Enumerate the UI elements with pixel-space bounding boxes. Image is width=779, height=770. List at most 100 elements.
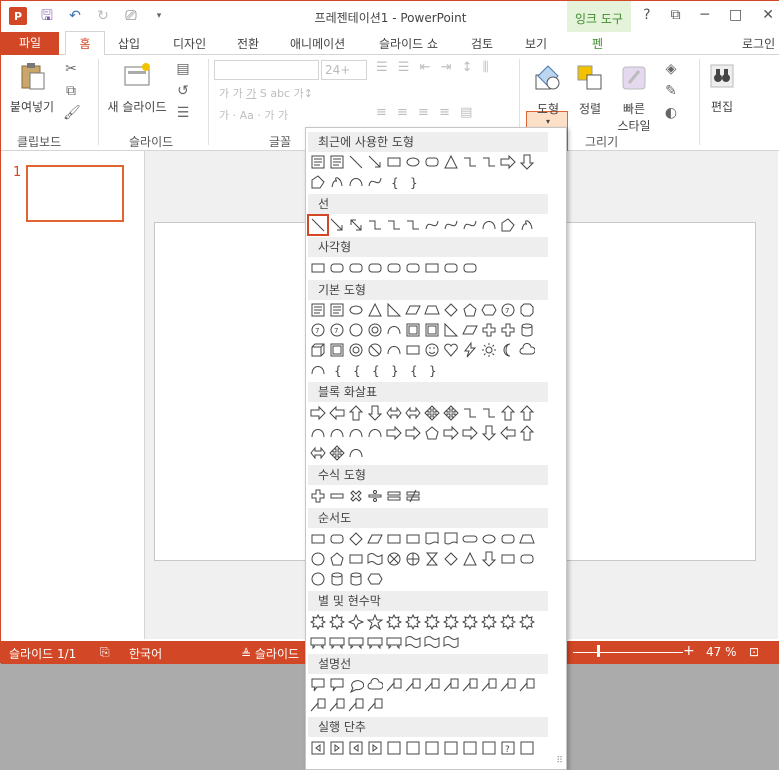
doc-shape-icon[interactable] [443, 531, 459, 547]
fit-slide-icon[interactable]: ⊡ [749, 645, 759, 659]
elbow-shape-icon[interactable] [367, 217, 383, 233]
tab-animations[interactable]: 애니메이션 [290, 35, 345, 52]
cloud-shape-icon[interactable] [519, 342, 535, 358]
wave-shape-icon[interactable] [443, 634, 459, 650]
tri-shape-icon[interactable] [462, 551, 478, 567]
wave-shape-icon[interactable] [424, 634, 440, 650]
curve-shape-icon[interactable] [424, 217, 440, 233]
doc-shape-icon[interactable] [424, 531, 440, 547]
minimize-button[interactable]: ─ [701, 7, 709, 23]
text-shape-icon[interactable] [329, 302, 345, 318]
scribble-shape-icon[interactable] [329, 174, 345, 190]
callout-shape-icon[interactable] [310, 677, 326, 693]
action-shape-icon[interactable] [348, 740, 364, 756]
tab-pen[interactable]: 펜 [592, 35, 603, 52]
tab-home[interactable]: 홈 [65, 31, 105, 56]
darrow-shape-icon[interactable] [367, 405, 383, 421]
uarrow-shape-icon[interactable] [500, 405, 516, 421]
spellcheck-icon[interactable]: ⎘ [100, 645, 110, 660]
actionr-shape-icon[interactable] [367, 740, 383, 756]
blank-shape-icon[interactable] [405, 740, 421, 756]
can-shape-icon[interactable] [329, 571, 345, 587]
star4-shape-icon[interactable] [348, 614, 364, 630]
status-language[interactable]: 한국어 [129, 645, 162, 662]
hourglass-shape-icon[interactable] [424, 551, 440, 567]
num-shape-icon[interactable]: 7 [500, 302, 516, 318]
rect-shape-icon[interactable] [348, 551, 364, 567]
new-slide-button[interactable]: 새 슬라이드 [105, 61, 169, 115]
arrowline-shape-icon[interactable] [367, 154, 383, 170]
num-shape-icon[interactable]: 7 [310, 322, 326, 338]
tri-shape-icon[interactable] [367, 302, 383, 318]
zoom-in-icon[interactable]: + [683, 643, 695, 659]
para-shape-icon[interactable] [367, 531, 383, 547]
action-shape-icon[interactable] [310, 740, 326, 756]
blank-shape-icon[interactable] [481, 740, 497, 756]
rect-shape-icon[interactable] [310, 531, 326, 547]
eq-shape-icon[interactable] [386, 488, 402, 504]
linecallout-shape-icon[interactable] [405, 677, 421, 693]
zoom-slider[interactable] [573, 652, 683, 653]
blank-shape-icon[interactable] [443, 740, 459, 756]
line-shape-icon[interactable] [348, 154, 364, 170]
font-size-input[interactable]: 24+ [321, 60, 367, 80]
linecallout-shape-icon[interactable] [443, 677, 459, 693]
can-shape-icon[interactable] [348, 571, 364, 587]
larrow-shape-icon[interactable] [329, 405, 345, 421]
uarrow-shape-icon[interactable] [519, 425, 535, 441]
notes-button[interactable]: ≜ 슬라이드 [241, 645, 299, 662]
diamond-shape-icon[interactable] [348, 531, 364, 547]
wave-shape-icon[interactable] [367, 551, 383, 567]
rtri-shape-icon[interactable] [443, 322, 459, 338]
linecallout-shape-icon[interactable] [386, 677, 402, 693]
cube-shape-icon[interactable] [310, 342, 326, 358]
div-shape-icon[interactable] [367, 488, 383, 504]
rect-shape-icon[interactable] [405, 342, 421, 358]
rect-shape-icon[interactable] [424, 260, 440, 276]
linecallout-shape-icon[interactable] [310, 697, 326, 713]
arc-shape-icon[interactable] [310, 362, 326, 378]
text-shape-icon[interactable] [310, 154, 326, 170]
tab-review[interactable]: 검토 [471, 35, 493, 52]
penta-shape-icon[interactable] [462, 302, 478, 318]
banner-shape-icon[interactable] [367, 634, 383, 650]
brace-shape-icon[interactable]: { [405, 362, 421, 378]
rarrow-shape-icon[interactable] [405, 425, 421, 441]
actionr-shape-icon[interactable] [329, 740, 345, 756]
text-shape-icon[interactable] [329, 154, 345, 170]
shape-outline-icon[interactable]: ✎ [663, 83, 679, 99]
arc-shape-icon[interactable] [310, 425, 326, 441]
terminator-shape-icon[interactable] [462, 531, 478, 547]
line-shape-icon[interactable] [307, 214, 329, 236]
frame-shape-icon[interactable] [329, 342, 345, 358]
rrect-shape-icon[interactable] [386, 260, 402, 276]
dblarrow-shape-icon[interactable] [348, 217, 364, 233]
donut-shape-icon[interactable] [367, 322, 383, 338]
rect-shape-icon[interactable] [386, 531, 402, 547]
lrarrow-shape-icon[interactable] [310, 445, 326, 461]
seal-shape-icon[interactable] [386, 614, 402, 630]
cross-shape-icon[interactable] [481, 322, 497, 338]
paste-button[interactable]: 붙여넣기 [7, 61, 57, 115]
linecallout-shape-icon[interactable] [462, 677, 478, 693]
arc-shape-icon[interactable] [348, 425, 364, 441]
banner-shape-icon[interactable] [348, 634, 364, 650]
tab-file[interactable]: 파일 [1, 32, 59, 55]
arc-shape-icon[interactable] [386, 322, 402, 338]
minus-shape-icon[interactable] [329, 488, 345, 504]
diamond-shape-icon[interactable] [443, 302, 459, 318]
zoom-level[interactable]: 47 % [706, 645, 737, 659]
uarrow-shape-icon[interactable] [348, 405, 364, 421]
scribble-shape-icon[interactable] [519, 217, 535, 233]
smiley-shape-icon[interactable] [424, 342, 440, 358]
seal-shape-icon[interactable] [424, 614, 440, 630]
arc-shape-icon[interactable] [348, 174, 364, 190]
seal-shape-icon[interactable] [519, 614, 535, 630]
lrarrow-shape-icon[interactable] [405, 405, 421, 421]
shapes-button-content[interactable]: 도형 ▾ [528, 63, 568, 126]
uarrow-shape-icon[interactable] [519, 405, 535, 421]
linecallout-shape-icon[interactable] [519, 677, 535, 693]
penta-shape-icon[interactable] [424, 425, 440, 441]
seal-shape-icon[interactable] [443, 614, 459, 630]
penta-shape-icon[interactable] [329, 551, 345, 567]
